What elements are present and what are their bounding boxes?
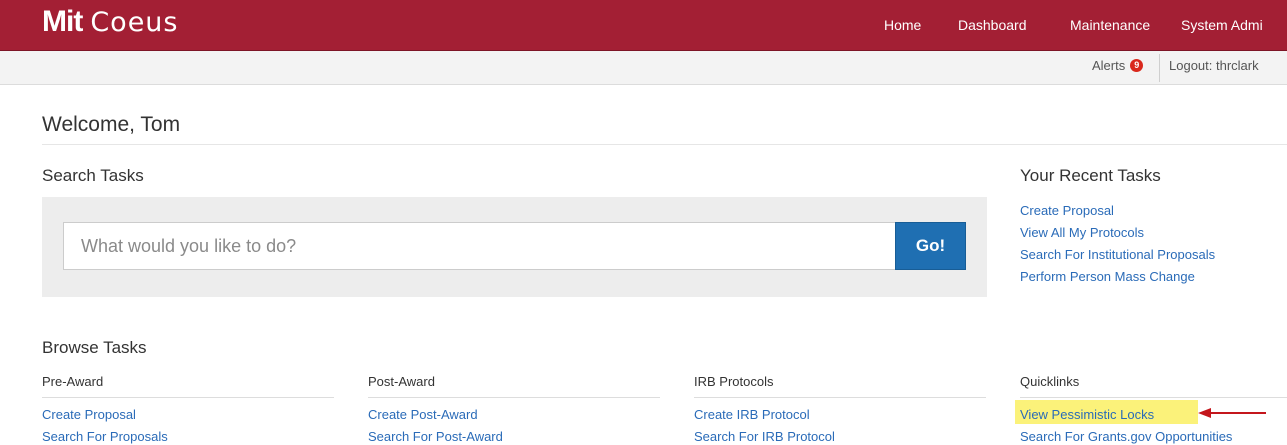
quicklinks-header: Quicklinks (1020, 374, 1080, 389)
pre-award-header: Pre-Award (42, 374, 104, 389)
irb-protocols-link[interactable]: Create IRB Protocol (694, 407, 810, 422)
recent-task-link[interactable]: Create Proposal (1020, 203, 1114, 218)
nav-system-admin[interactable]: System Admi (1181, 17, 1263, 33)
view-pessimistic-locks-link[interactable]: View Pessimistic Locks (1020, 407, 1154, 422)
search-input[interactable] (63, 222, 896, 270)
nav-maintenance[interactable]: Maintenance (1070, 17, 1150, 33)
logout-link[interactable]: Logout: thrclark (1169, 58, 1259, 73)
search-tasks-title: Search Tasks (42, 166, 144, 185)
post-award-header: Post-Award (368, 374, 435, 389)
irb-protocols-header: IRB Protocols (694, 374, 774, 389)
nav-home[interactable]: Home (884, 17, 921, 33)
browse-tasks-title: Browse Tasks (42, 338, 147, 357)
alerts-count-badge: 9 (1130, 59, 1144, 72)
recent-tasks-title: Your Recent Tasks (1020, 166, 1161, 185)
alerts-label: Alerts (1092, 58, 1126, 73)
quicklinks-divider (1020, 397, 1287, 398)
irb-protocols-divider (694, 397, 986, 398)
go-button[interactable]: Go! (895, 222, 966, 270)
recent-task-link[interactable]: Perform Person Mass Change (1020, 269, 1195, 284)
top-nav-bar: Mit Coeus Home Dashboard Maintenance Sys… (0, 0, 1287, 51)
welcome-heading: Welcome, Tom (42, 113, 181, 136)
coeus-logo-text: Coeus (90, 6, 179, 38)
recent-task-link[interactable]: Search For Institutional Proposals (1020, 247, 1215, 262)
alerts-link[interactable]: Alerts 9 (1092, 58, 1144, 73)
annotation-arrow-icon (1198, 408, 1266, 418)
post-award-link[interactable]: Search For Post-Award (368, 429, 503, 444)
pre-award-link[interactable]: Search For Proposals (42, 429, 168, 444)
utility-divider (1159, 54, 1160, 82)
pre-award-divider (42, 397, 334, 398)
mit-logo-mark: Mit (42, 5, 83, 38)
grants-gov-search-link[interactable]: Search For Grants.gov Opportunities (1020, 429, 1232, 444)
recent-task-link[interactable]: View All My Protocols (1020, 225, 1144, 240)
nav-dashboard[interactable]: Dashboard (958, 17, 1027, 33)
post-award-link[interactable]: Create Post-Award (368, 407, 478, 422)
pre-award-link[interactable]: Create Proposal (42, 407, 136, 422)
welcome-divider (42, 144, 1287, 145)
irb-protocols-link[interactable]: Search For IRB Protocol (694, 429, 835, 444)
post-award-divider (368, 397, 660, 398)
app-logo[interactable]: Mit Coeus (42, 2, 179, 42)
